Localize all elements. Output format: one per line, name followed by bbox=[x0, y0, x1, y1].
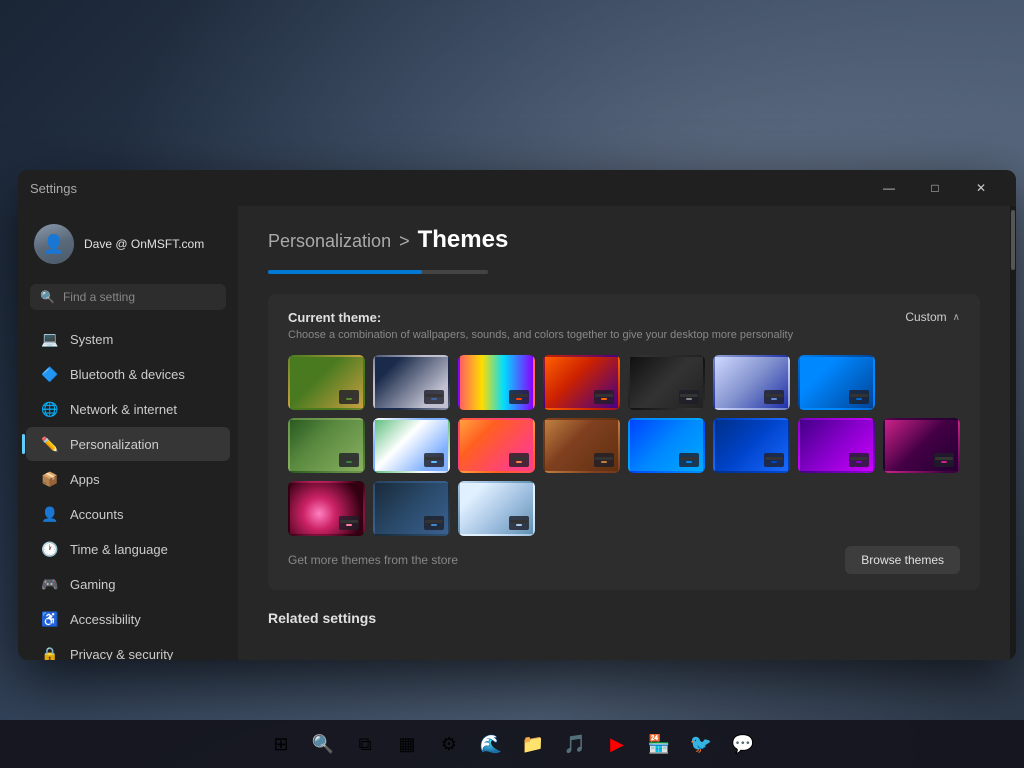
personalization-icon: ✏️ bbox=[42, 436, 58, 452]
theme-thumb-7[interactable] bbox=[798, 355, 875, 410]
nav-item-time[interactable]: 🕐 Time & language bbox=[26, 532, 230, 566]
theme-section-subtitle: Choose a combination of wallpapers, soun… bbox=[288, 329, 793, 341]
theme-thumb-12[interactable] bbox=[628, 418, 705, 473]
current-theme-badge[interactable]: Custom ∧ bbox=[905, 310, 960, 324]
theme-thumb-14[interactable] bbox=[798, 418, 875, 473]
theme-thumb-empty5 bbox=[798, 481, 875, 536]
theme-thumb-5[interactable] bbox=[628, 355, 705, 410]
taskview-taskbar-icon[interactable]: ⧉ bbox=[347, 726, 383, 762]
nav-item-apps[interactable]: 📦 Apps bbox=[26, 462, 230, 496]
window-body: 👤 Dave @ OnMSFT.com 🔍 💻 System 🔷 Bluetoo… bbox=[18, 206, 1016, 660]
theme-thumb-2[interactable] bbox=[373, 355, 450, 410]
twitter-taskbar-icon[interactable]: 🐦 bbox=[683, 726, 719, 762]
breadcrumb: Personalization > Themes bbox=[268, 226, 980, 254]
theme-thumb-10[interactable] bbox=[458, 418, 535, 473]
nav-item-personalization[interactable]: ✏️ Personalization bbox=[26, 427, 230, 461]
theme-thumb-13[interactable] bbox=[713, 418, 790, 473]
nav-item-privacy[interactable]: 🔒 Privacy & security bbox=[26, 637, 230, 660]
theme-thumb-18[interactable] bbox=[458, 481, 535, 536]
avatar: 👤 bbox=[34, 224, 74, 264]
browse-themes-button[interactable]: Browse themes bbox=[845, 546, 960, 574]
progress-bar-fill bbox=[268, 270, 422, 274]
taskbar: ⊞ 🔍 ⧉ ▦ ⚙ 🌊 📁 🎵 ▶ 🏪 🐦 💬 bbox=[0, 720, 1024, 768]
teams-taskbar-icon[interactable]: 💬 bbox=[725, 726, 761, 762]
main-panel: Personalization > Themes Current theme: … bbox=[238, 206, 1010, 660]
apps-icon: 📦 bbox=[42, 471, 58, 487]
theme-thumb-8[interactable] bbox=[288, 418, 365, 473]
theme-thumb-15[interactable] bbox=[883, 418, 960, 473]
search-input[interactable] bbox=[63, 290, 216, 304]
theme-thumb-11[interactable] bbox=[543, 418, 620, 473]
search-icon: 🔍 bbox=[40, 290, 55, 304]
theme-thumb-empty2 bbox=[543, 481, 620, 536]
theme-thumb-empty6 bbox=[883, 481, 960, 536]
related-settings-header: Related settings bbox=[268, 610, 980, 626]
nav-item-bluetooth[interactable]: 🔷 Bluetooth & devices bbox=[26, 357, 230, 391]
theme-thumb-17[interactable] bbox=[373, 481, 450, 536]
breadcrumb-separator: > bbox=[399, 231, 410, 252]
maximize-button[interactable]: □ bbox=[912, 172, 958, 204]
theme-grid bbox=[288, 355, 960, 536]
gaming-icon: 🎮 bbox=[42, 576, 58, 592]
network-icon: 🌐 bbox=[42, 401, 58, 417]
close-button[interactable]: ✕ bbox=[958, 172, 1004, 204]
title-bar-left: Settings bbox=[30, 181, 77, 196]
nav-item-network[interactable]: 🌐 Network & internet bbox=[26, 392, 230, 426]
minimize-button[interactable]: — bbox=[866, 172, 912, 204]
store-row: Get more themes from the store Browse th… bbox=[288, 546, 960, 574]
spotify-taskbar-icon[interactable]: 🎵 bbox=[557, 726, 593, 762]
system-icon: 💻 bbox=[42, 331, 58, 347]
breadcrumb-parent: Personalization bbox=[268, 231, 391, 252]
theme-thumb-empty4 bbox=[713, 481, 790, 536]
theme-info: Current theme: Choose a combination of w… bbox=[288, 310, 793, 341]
progress-bar bbox=[268, 270, 488, 274]
nav-item-system[interactable]: 💻 System bbox=[26, 322, 230, 356]
play-taskbar-icon[interactable]: ▶ bbox=[599, 726, 635, 762]
store-taskbar-icon[interactable]: 🏪 bbox=[641, 726, 677, 762]
bluetooth-icon: 🔷 bbox=[42, 366, 58, 382]
accounts-icon: 👤 bbox=[42, 506, 58, 522]
accessibility-icon: ♿ bbox=[42, 611, 58, 627]
user-name: Dave @ OnMSFT.com bbox=[84, 237, 204, 251]
store-text: Get more themes from the store bbox=[288, 553, 458, 567]
theme-thumb-6[interactable] bbox=[713, 355, 790, 410]
breadcrumb-current: Themes bbox=[418, 226, 509, 254]
search-box[interactable]: 🔍 bbox=[30, 284, 226, 310]
settings-window-title: Settings bbox=[30, 181, 77, 196]
scroll-track[interactable] bbox=[1010, 206, 1016, 660]
folder-taskbar-icon[interactable]: 📁 bbox=[515, 726, 551, 762]
theme-section: Current theme: Choose a combination of w… bbox=[268, 294, 980, 590]
sidebar: 👤 Dave @ OnMSFT.com 🔍 💻 System 🔷 Bluetoo… bbox=[18, 206, 238, 660]
edge-taskbar-icon[interactable]: 🌊 bbox=[473, 726, 509, 762]
chevron-up-icon: ∧ bbox=[953, 312, 960, 323]
theme-thumb-9[interactable] bbox=[373, 418, 450, 473]
theme-section-title: Current theme: bbox=[288, 310, 793, 325]
title-bar-controls: — □ ✕ bbox=[866, 172, 1004, 204]
theme-thumb-3[interactable] bbox=[458, 355, 535, 410]
privacy-icon: 🔒 bbox=[42, 646, 58, 660]
settings-window: Settings — □ ✕ 👤 Dave @ OnMSFT.com 🔍 bbox=[18, 170, 1016, 660]
theme-thumb-empty bbox=[883, 355, 960, 410]
nav-item-gaming[interactable]: 🎮 Gaming bbox=[26, 567, 230, 601]
scroll-thumb[interactable] bbox=[1011, 210, 1015, 270]
current-theme-label: Custom bbox=[905, 310, 946, 324]
widgets-taskbar-icon[interactable]: ▦ bbox=[389, 726, 425, 762]
user-section: 👤 Dave @ OnMSFT.com bbox=[18, 214, 238, 280]
theme-header: Current theme: Choose a combination of w… bbox=[288, 310, 960, 341]
theme-thumb-16[interactable] bbox=[288, 481, 365, 536]
search-taskbar-icon[interactable]: 🔍 bbox=[305, 726, 341, 762]
settings-taskbar-icon[interactable]: ⚙ bbox=[431, 726, 467, 762]
theme-thumb-1[interactable] bbox=[288, 355, 365, 410]
title-bar: Settings — □ ✕ bbox=[18, 170, 1016, 206]
nav-item-accounts[interactable]: 👤 Accounts bbox=[26, 497, 230, 531]
theme-thumb-4[interactable] bbox=[543, 355, 620, 410]
theme-thumb-empty3 bbox=[628, 481, 705, 536]
windows-taskbar-icon[interactable]: ⊞ bbox=[263, 726, 299, 762]
time-icon: 🕐 bbox=[42, 541, 58, 557]
nav-item-accessibility[interactable]: ♿ Accessibility bbox=[26, 602, 230, 636]
